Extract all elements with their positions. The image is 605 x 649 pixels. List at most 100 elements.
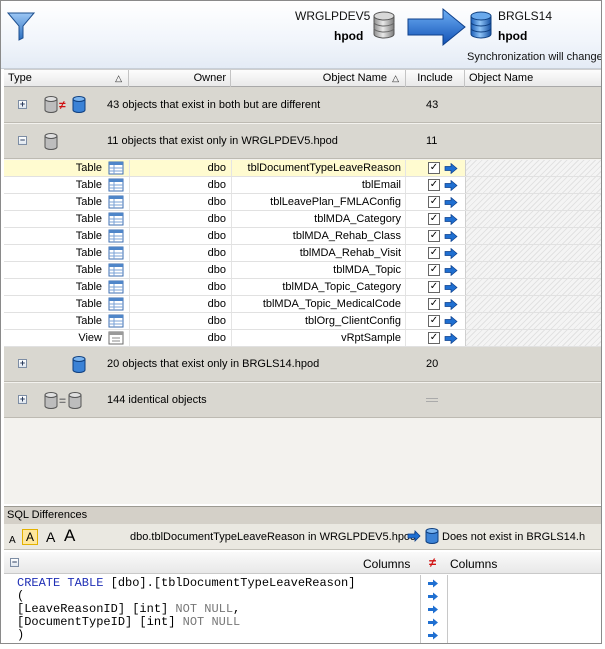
sql-text: [dbo].[tblDocumentTypeLeaveReason] (103, 576, 356, 590)
missing-object-cell (465, 211, 601, 227)
group-label: 43 objects that exist in both but are di… (107, 99, 321, 111)
group-different[interactable]: + ≠ 43 objects that exist in both but ar… (4, 87, 601, 123)
right-object-label: Does not exist in BRGLS14.h (442, 531, 586, 543)
arrow-right-icon (428, 631, 438, 640)
font-size-xlarge-button[interactable]: A (64, 526, 75, 546)
row-type: Table (75, 298, 102, 310)
arrow-right-icon (428, 605, 438, 614)
sync-direction-arrow-icon (407, 7, 466, 47)
database-icon (425, 528, 439, 544)
row-object-name: tblMDA_Topic_MedicalCode (231, 296, 401, 312)
cell-divider (405, 296, 406, 312)
sql-constraint: NOT NULL (168, 602, 234, 616)
table-row[interactable]: Table dbo tblMDA_Category ✓ (4, 211, 601, 228)
row-object-name: tblOrg_ClientConfig (231, 313, 401, 329)
cell-divider (405, 245, 406, 261)
arrow-right-icon (428, 579, 438, 588)
column-object-name-right[interactable]: Object Name (465, 70, 601, 87)
column-type[interactable]: Type △ (4, 70, 129, 87)
include-checkbox[interactable]: ✓ (428, 213, 440, 225)
expand-icon[interactable]: + (18, 100, 27, 109)
filter-icon[interactable] (7, 11, 35, 41)
table-icon (108, 195, 124, 209)
target-server-name: BRGLS14 (498, 9, 553, 23)
collapse-icon[interactable]: − (10, 558, 19, 567)
not-equal-icon: ≠ (429, 555, 437, 570)
row-type: Table (75, 230, 102, 242)
sql-code-pane[interactable]: CREATE TABLE [dbo].[tblDocumentTypeLeave… (4, 575, 601, 643)
table-row[interactable]: Table dbo tblMDA_Rehab_Visit ✓ (4, 245, 601, 262)
row-owner: dbo (129, 160, 226, 176)
missing-object-cell (465, 313, 601, 329)
table-row[interactable]: Table dbo tblDocumentTypeLeaveReason ✓ (4, 160, 601, 177)
font-size-large-button[interactable]: A (46, 529, 55, 545)
include-checkbox[interactable]: ✓ (428, 230, 440, 242)
include-checkbox[interactable]: ✓ (428, 196, 440, 208)
group-label: 11 objects that exist only in WRGLPDEV5.… (107, 135, 338, 147)
svg-text:=: = (59, 394, 66, 408)
group-identical[interactable]: + = 144 identical objects (4, 383, 601, 418)
font-size-medium-button[interactable]: A (22, 529, 39, 545)
table-icon (108, 280, 124, 294)
gutter-divider (447, 575, 448, 643)
table-row[interactable]: Table dbo tblMDA_Topic_Category ✓ (4, 279, 601, 296)
sql-differences-title: SQL Differences (4, 506, 601, 524)
table-row[interactable]: Table dbo tblMDA_Rehab_Class ✓ (4, 228, 601, 245)
table-icon (108, 314, 124, 328)
database-icon (72, 356, 86, 377)
equal-icon (426, 398, 438, 402)
row-object-name: tblMDA_Rehab_Visit (231, 245, 401, 261)
table-row[interactable]: Table dbo tblOrg_ClientConfig ✓ (4, 313, 601, 330)
table-icon (108, 212, 124, 226)
left-object-label: dbo.tblDocumentTypeLeaveReason in WRGLPD… (130, 531, 417, 543)
table-icon (108, 161, 124, 175)
missing-object-cell (465, 228, 601, 244)
group-only-in-source[interactable]: − 11 objects that exist only in WRGLPDEV… (4, 124, 601, 159)
row-owner: dbo (129, 245, 226, 261)
database-icon (470, 11, 492, 39)
include-checkbox[interactable]: ✓ (428, 332, 440, 344)
sort-ascending-icon: △ (392, 73, 399, 83)
table-row[interactable]: View dbo vRptSample ✓ (4, 330, 601, 347)
expand-icon[interactable]: + (18, 395, 27, 404)
sql-diff-toolbar: A A A A dbo.tblDocumentTypeLeaveReason i… (4, 524, 601, 550)
include-checkbox[interactable]: ✓ (428, 298, 440, 310)
group-only-in-target[interactable]: + 20 objects that exist only in BRGLS14.… (4, 347, 601, 382)
row-object-name: tblMDA_Rehab_Class (231, 228, 401, 244)
comparison-grid[interactable]: + ≠ 43 objects that exist in both but ar… (4, 87, 601, 504)
table-row[interactable]: Table dbo tblEmail ✓ (4, 177, 601, 194)
row-type: Table (75, 162, 102, 174)
row-object-name: tblLeavePlan_FMLAConfig (231, 194, 401, 210)
include-checkbox[interactable]: ✓ (428, 281, 440, 293)
column-owner[interactable]: Owner (129, 70, 231, 87)
missing-object-cell (465, 177, 601, 193)
include-checkbox[interactable]: ✓ (428, 315, 440, 327)
include-checkbox[interactable]: ✓ (428, 264, 440, 276)
row-owner: dbo (129, 177, 226, 193)
column-include[interactable]: Include (406, 70, 465, 87)
row-type: Table (75, 315, 102, 327)
table-row[interactable]: Table dbo tblLeavePlan_FMLAConfig ✓ (4, 194, 601, 211)
cell-divider (405, 228, 406, 244)
include-checkbox[interactable]: ✓ (428, 179, 440, 191)
missing-object-cell (465, 245, 601, 261)
include-checkbox[interactable]: ✓ (428, 162, 440, 174)
target-database: BRGLS14 hpod (469, 9, 599, 45)
table-row[interactable]: Table dbo tblMDA_Topic_MedicalCode ✓ (4, 296, 601, 313)
source-database: WRGLPDEV5 hpod (295, 9, 399, 45)
collapse-icon[interactable]: − (18, 136, 27, 145)
comparison-header: WRGLPDEV5 hpod BRGLS14 hpod Synchronizat… (1, 1, 601, 69)
font-size-small-button[interactable]: A (9, 535, 16, 546)
missing-object-cell (465, 160, 601, 176)
column-object-name-right-label: Object Name (469, 72, 534, 84)
column-object-name[interactable]: Object Name △ (231, 70, 406, 87)
table-row[interactable]: Table dbo tblMDA_Topic ✓ (4, 262, 601, 279)
row-object-name: tblDocumentTypeLeaveReason (231, 160, 401, 176)
row-object-name: tblEmail (231, 177, 401, 193)
row-owner: dbo (129, 211, 226, 227)
include-checkbox[interactable]: ✓ (428, 247, 440, 259)
expand-icon[interactable]: + (18, 359, 27, 368)
row-type: Table (75, 247, 102, 259)
group-count: 20 (426, 358, 439, 370)
cell-divider (405, 262, 406, 278)
